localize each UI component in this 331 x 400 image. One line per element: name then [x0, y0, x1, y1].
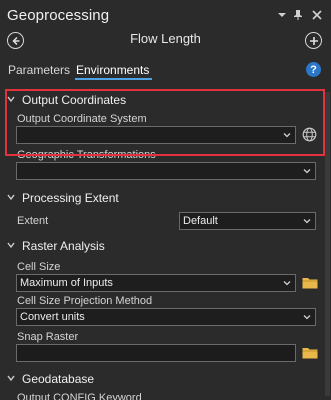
section-geodatabase[interactable]: Geodatabase — [7, 372, 94, 386]
section-output-coordinates[interactable]: Output Coordinates — [7, 93, 126, 107]
add-icon[interactable] — [305, 32, 322, 49]
help-icon[interactable]: ? — [306, 62, 321, 77]
geographic-transformations-select[interactable] — [16, 162, 316, 180]
section-raster-analysis[interactable]: Raster Analysis — [7, 239, 105, 253]
chevron-down-icon — [7, 241, 17, 251]
cell-size-value: Maximum of Inputs — [20, 277, 113, 289]
chevron-down-icon — [7, 95, 17, 105]
section-title: Raster Analysis — [22, 239, 105, 253]
cell-size-projection-select[interactable]: Convert units — [16, 308, 316, 326]
active-tab-indicator — [75, 78, 152, 80]
extent-value: Default — [183, 215, 218, 227]
extent-select[interactable]: Default — [179, 212, 316, 230]
panel-title: Geoprocessing — [7, 7, 110, 24]
globe-icon[interactable] — [302, 127, 317, 142]
tab-parameters[interactable]: Parameters — [8, 63, 70, 77]
dropdown-menu-icon[interactable] — [275, 8, 289, 22]
chevron-down-icon — [303, 217, 311, 225]
cell-size-projection-label: Cell Size Projection Method — [17, 295, 153, 307]
chevron-down-icon — [283, 131, 291, 139]
chevron-down-icon — [7, 374, 17, 384]
output-coordinate-system-select[interactable] — [16, 126, 296, 144]
extent-label: Extent — [17, 215, 49, 227]
scrollbar[interactable] — [325, 92, 330, 396]
cell-size-label: Cell Size — [17, 261, 61, 273]
output-coordinate-system-label: Output Coordinate System — [17, 113, 147, 125]
chevron-down-icon — [283, 279, 291, 287]
folder-icon[interactable] — [302, 346, 318, 359]
cell-size-select[interactable]: Maximum of Inputs — [16, 274, 296, 292]
chevron-down-icon — [303, 167, 311, 175]
section-processing-extent[interactable]: Processing Extent — [7, 191, 119, 205]
tab-environments[interactable]: Environments — [76, 63, 149, 77]
chevron-down-icon — [303, 313, 311, 321]
pin-icon[interactable] — [291, 8, 305, 22]
section-title: Geodatabase — [22, 372, 95, 386]
snap-raster-label: Snap Raster — [17, 331, 79, 343]
close-icon[interactable] — [310, 8, 324, 22]
chevron-down-icon — [7, 193, 17, 203]
snap-raster-input[interactable] — [16, 344, 296, 362]
section-title: Processing Extent — [22, 191, 119, 205]
geographic-transformations-label: Geographic Transformations — [17, 149, 156, 161]
folder-icon[interactable] — [302, 276, 318, 289]
cell-size-projection-value: Convert units — [20, 311, 85, 323]
section-title: Output Coordinates — [22, 93, 127, 107]
tool-name: Flow Length — [130, 31, 201, 46]
output-config-keyword-label: Output CONFIG Keyword — [17, 392, 142, 400]
